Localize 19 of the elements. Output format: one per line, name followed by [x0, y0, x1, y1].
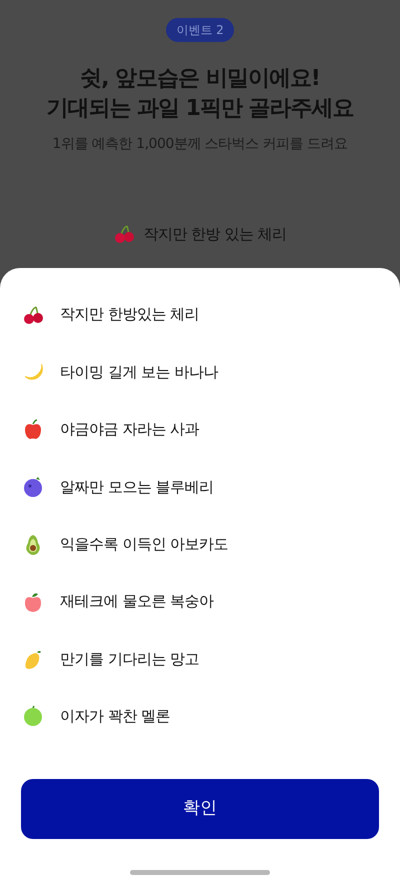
fruit-option[interactable]: 이자가 꽉찬 멜론 [0, 688, 400, 746]
fruit-option[interactable]: 재테크에 물오른 복숭아 [0, 572, 400, 630]
event-badge: 이벤트 2 [166, 18, 234, 42]
peach-icon [22, 590, 44, 613]
cherry-icon [22, 304, 44, 326]
fruit-option[interactable]: 만기를 기다리는 망고 [0, 630, 400, 688]
blueberry-icon [22, 476, 44, 498]
fruit-option[interactable]: 타이밍 길게 보는 바나나 [0, 343, 400, 401]
melon-icon [22, 705, 44, 728]
fruit-option[interactable]: 작지만 한방있는 체리 [0, 286, 400, 344]
fruit-option[interactable]: 알짜만 모으는 블루베리 [0, 458, 400, 516]
cherry-icon [113, 223, 136, 246]
apple-icon [22, 418, 44, 440]
fruit-option[interactable]: 야금야금 자라는 사과 [0, 400, 400, 458]
headline: 기대되는 과일 1픽만 골라주세요 [46, 95, 354, 123]
confirm-button[interactable]: 확인 [21, 779, 379, 840]
picked-fruit-label: 작지만 한방 있는 체리 [143, 224, 287, 245]
fruit-option[interactable]: 익을수록 이득인 아보카도 [0, 516, 400, 573]
headline: 쉿, 앞모습은 비밀이에요! [80, 65, 320, 93]
